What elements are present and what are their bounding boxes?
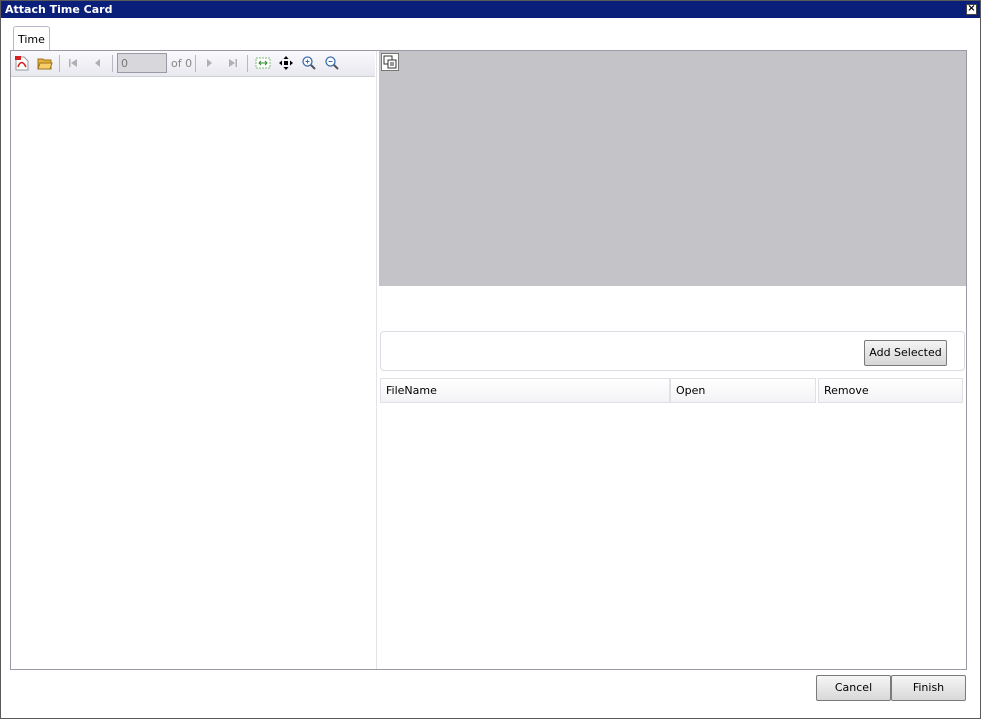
toolbar-separator: [195, 55, 196, 72]
column-header-filename[interactable]: FileName: [380, 378, 670, 403]
cancel-button[interactable]: Cancel: [816, 675, 891, 701]
first-page-icon[interactable]: [64, 54, 82, 72]
last-page-icon[interactable]: [224, 54, 242, 72]
document-viewer: of 0: [11, 51, 377, 669]
zoom-in-icon[interactable]: [300, 54, 318, 72]
tab-time-card[interactable]: Time Card: [13, 26, 50, 72]
add-selected-panel: Add Selected: [380, 331, 965, 371]
page-number-input[interactable]: [117, 53, 167, 73]
add-selected-button[interactable]: Add Selected: [864, 340, 947, 366]
window-title: Attach Time Card: [5, 3, 113, 16]
toolbar-separator: [247, 55, 248, 72]
page-count-label: of 0: [171, 57, 193, 70]
toolbar-separator: [112, 55, 113, 72]
expand-preview-icon[interactable]: [381, 53, 399, 71]
previous-page-icon[interactable]: [88, 54, 106, 72]
attachments-grid-header: FileName Open Remove: [380, 378, 965, 403]
close-button[interactable]: ×: [966, 4, 977, 15]
title-bar: Attach Time Card ×: [1, 1, 980, 18]
viewer-toolbar: of 0: [11, 51, 375, 77]
next-page-icon[interactable]: [201, 54, 219, 72]
time-card-panel: of 0: [10, 50, 967, 670]
toolbar-separator: [59, 55, 60, 72]
open-folder-icon[interactable]: [36, 54, 54, 72]
zoom-out-icon[interactable]: [323, 54, 341, 72]
pan-icon[interactable]: [277, 54, 295, 72]
pdf-icon[interactable]: [13, 54, 31, 72]
column-header-open[interactable]: Open: [670, 378, 816, 403]
column-header-remove[interactable]: Remove: [818, 378, 963, 403]
finish-button[interactable]: Finish: [891, 675, 966, 701]
attach-time-card-window: Attach Time Card × Time Card: [0, 0, 981, 719]
preview-area: [379, 51, 966, 286]
fit-width-icon[interactable]: [254, 54, 272, 72]
